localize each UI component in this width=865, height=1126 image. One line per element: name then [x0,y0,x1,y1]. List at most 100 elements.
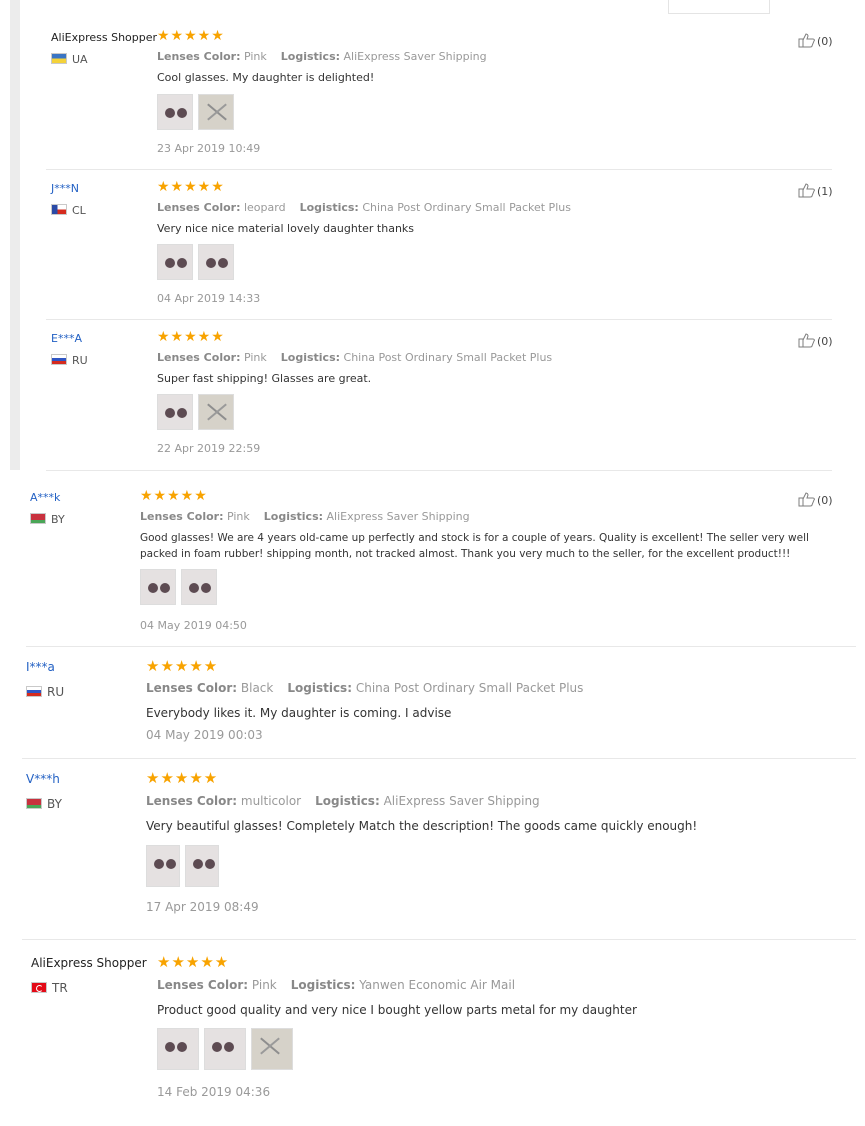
review-photo[interactable] [157,394,193,430]
lenses-color-value: Black [240,681,274,695]
review-photo[interactable] [198,94,234,130]
lenses-color-value: Pink [243,50,267,63]
review-item: A***k BY ★★★★★ Lenses Color: Pink Logisti… [26,471,856,647]
review-item: J***N CL ★★★★★ Lenses Color: leopard Logi… [46,170,833,320]
review-meta: Lenses Color: leopard Logistics: China Po… [157,201,571,214]
review-item: AliExpress Shopper UA ★★★★★ Lenses Color… [46,20,833,170]
rating-stars: ★★★★★ [157,953,230,971]
thumbs-up-icon [798,33,815,48]
lenses-color-label: Lenses Color: [157,201,241,214]
thumbs-up-icon [798,333,815,348]
rating-stars: ★★★★★ [146,657,219,675]
review-meta: Lenses Color: Pink Logistics: Yanwen Econ… [157,978,515,992]
like-button[interactable]: (0) [798,333,833,348]
country-code: UA [72,53,88,66]
reviewer-country: RU [51,354,88,367]
lenses-color-value: Pink [243,351,267,364]
review-item: V***h BY ★★★★★ Lenses Color: multicolor L… [22,759,856,940]
country-code: BY [47,797,62,811]
lenses-color-value: Pink [251,978,277,992]
review-item: I***a RU ★★★★★ Lenses Color: Black Logist… [22,647,856,759]
lenses-color-value: Pink [226,510,250,523]
thumbs-up-icon [798,492,815,507]
reviewer-name[interactable]: J***N [51,182,79,195]
reviewer-country: TR [31,981,68,995]
review-photo[interactable] [204,1028,246,1070]
reviewer-name[interactable]: V***h [26,772,60,786]
lenses-color-label: Lenses Color: [140,510,224,523]
review-photo[interactable] [181,569,217,605]
lenses-color-label: Lenses Color: [157,351,241,364]
review-photos [157,1028,298,1070]
review-date: 17 Apr 2019 08:49 [146,900,259,914]
left-scrollbar-strip [10,0,20,470]
logistics-value: China Post Ordinary Small Packet Plus [362,201,571,214]
like-count: (0) [817,494,833,507]
flag-by-icon [30,513,46,524]
review-text: Everybody likes it. My daughter is comin… [146,706,452,720]
reviewer-country: RU [26,685,64,699]
review-photo[interactable] [157,94,193,130]
country-code: BY [51,513,65,526]
like-count: (0) [817,35,833,48]
reviewer-name[interactable]: I***a [26,660,55,674]
review-photos [146,845,224,887]
logistics-label: Logistics: [315,794,380,808]
review-item: E***A RU ★★★★★ Lenses Color: Pink Logisti… [46,320,833,471]
review-photo[interactable] [198,394,234,430]
like-count: (0) [817,335,833,348]
review-text: Super fast shipping! Glasses are great. [157,372,372,385]
review-text: Cool glasses. My daughter is delighted! [157,71,375,84]
lenses-color-value: multicolor [240,794,302,808]
logistics-label: Logistics: [280,50,341,63]
flag-by-icon [26,798,42,809]
review-photo[interactable] [157,1028,199,1070]
review-photo[interactable] [157,244,193,280]
logistics-value: AliExpress Saver Shipping [383,794,540,808]
logistics-value: China Post Ordinary Small Packet Plus [343,351,553,364]
thumbs-up-icon [798,183,815,198]
review-item: AliExpress Shopper TR ★★★★★ Lenses Color… [26,940,856,1120]
logistics-value: AliExpress Saver Shipping [343,50,487,63]
review-photo[interactable] [198,244,234,280]
review-photos [157,94,239,130]
lenses-color-label: Lenses Color: [157,978,249,992]
logistics-label: Logistics: [287,681,352,695]
review-text: Good glasses! We are 4 years old-came up… [140,532,809,560]
rating-stars: ★★★★★ [157,28,225,44]
country-code: CL [72,204,86,217]
review-photo[interactable] [140,569,176,605]
flag-tr-icon [31,982,47,993]
lenses-color-value: leopard [243,201,286,214]
reviewer-country: BY [26,797,62,811]
logistics-value: AliExpress Saver Shipping [326,510,470,523]
rating-stars: ★★★★★ [140,488,208,504]
rating-stars: ★★★★★ [157,179,225,195]
reviewer-name[interactable]: E***A [51,332,82,345]
logistics-value: Yanwen Economic Air Mail [359,978,516,992]
flag-cl-icon [51,204,67,215]
review-photo[interactable] [185,845,219,887]
like-button[interactable]: (0) [798,33,833,48]
review-date: 04 May 2019 04:50 [140,619,247,632]
review-date: 04 May 2019 00:03 [146,728,263,742]
review-meta: Lenses Color: multicolor Logistics: AliEx… [146,794,540,808]
reviewer-name[interactable]: A***k [30,491,60,504]
logistics-label: Logistics: [263,510,324,523]
country-code: RU [72,354,88,367]
review-meta: Lenses Color: Black Logistics: China Post… [146,681,583,695]
review-meta: Lenses Color: Pink Logistics: AliExpress … [157,50,487,63]
flag-ru-icon [51,354,67,365]
review-photo[interactable] [251,1028,293,1070]
logistics-label: Logistics: [290,978,356,992]
flag-ru-icon [26,686,42,697]
review-photo[interactable] [146,845,180,887]
like-button[interactable]: (1) [798,183,833,198]
reviewer-name: AliExpress Shopper [51,31,158,44]
top-box-fragment [668,0,770,14]
review-photos [157,244,239,280]
like-button[interactable]: (0) [798,492,833,507]
review-date: 14 Feb 2019 04:36 [157,1085,271,1099]
lenses-color-label: Lenses Color: [146,794,238,808]
review-date: 23 Apr 2019 10:49 [157,142,261,155]
